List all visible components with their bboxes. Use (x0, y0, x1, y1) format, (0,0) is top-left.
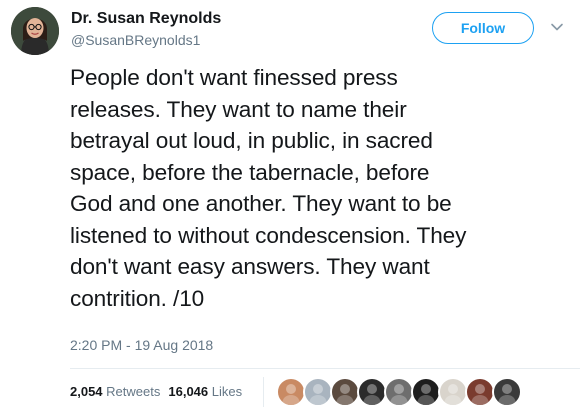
chevron-down-icon[interactable] (550, 20, 564, 34)
liker-avatar[interactable] (465, 377, 495, 407)
likes-count: 16,046 (168, 384, 209, 399)
tweet-text-line: listened to without condescension. They (70, 222, 467, 248)
tweet-text-line: space, before the tabernacle, before (70, 159, 430, 185)
liker-avatar[interactable] (411, 377, 441, 407)
follow-button[interactable]: Follow (432, 12, 534, 44)
tweet-text-line: contrition. /10 (70, 285, 205, 311)
stats-separator (263, 377, 264, 407)
tweet-text-line: People don't want finessed press (70, 65, 398, 90)
author-name[interactable]: Dr. Susan Reynolds (71, 10, 221, 28)
author-handle[interactable]: @SusanBReynolds1 (71, 32, 200, 48)
retweets-stat[interactable]: 2,054 Retweets (70, 384, 160, 399)
liker-avatar[interactable] (384, 377, 414, 407)
liker-avatar[interactable] (330, 377, 360, 407)
liker-avatar[interactable] (438, 377, 468, 407)
retweets-label: Retweets (106, 384, 161, 399)
divider (70, 368, 580, 369)
tweet-text-line: God and one another. They want to be (70, 191, 452, 216)
tweet-text: People don't want finessed press release… (70, 62, 570, 314)
avatar-image (11, 7, 59, 55)
retweets-count: 2,054 (70, 384, 103, 399)
liker-avatars (276, 377, 522, 407)
likes-label: Likes (211, 384, 243, 399)
liker-avatar[interactable] (303, 377, 333, 407)
liker-avatar[interactable] (276, 377, 306, 407)
likes-stat[interactable]: 16,046 Likes (168, 384, 242, 399)
tweet-text-line: don't want easy answers. They want (70, 254, 430, 279)
liker-avatar[interactable] (357, 377, 387, 407)
tweet-timestamp[interactable]: 2:20 PM - 19 Aug 2018 (70, 337, 213, 353)
tweet-text-line: releases. They want to name their (70, 96, 407, 122)
liker-avatar[interactable] (492, 377, 522, 407)
tweet-stats: 2,054 Retweets 16,046 Likes (70, 384, 242, 399)
author-avatar[interactable] (11, 7, 59, 55)
tweet-card: Dr. Susan Reynolds @SusanBReynolds1 Foll… (0, 0, 580, 412)
tweet-text-line: betrayal out loud, in public, in sacred (70, 128, 433, 153)
